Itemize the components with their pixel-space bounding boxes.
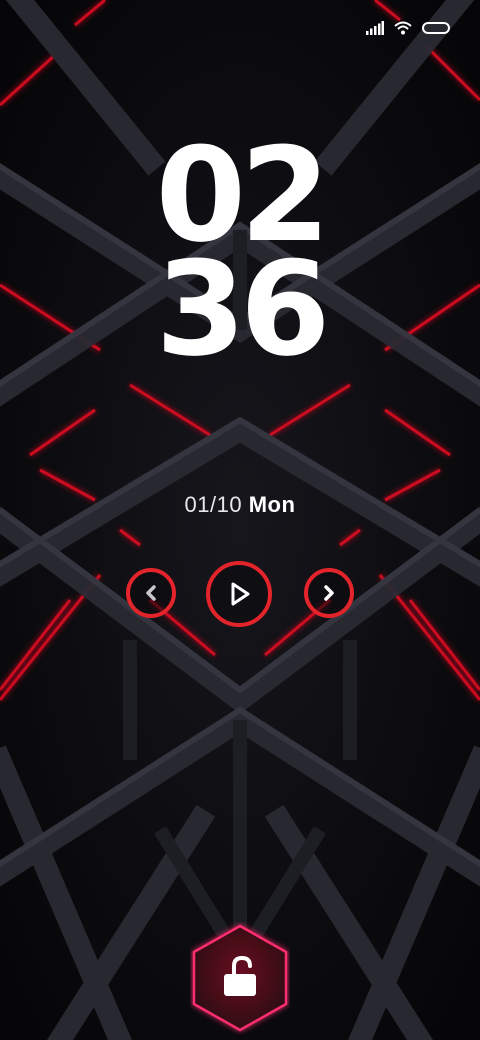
unlock-button[interactable] xyxy=(190,922,290,1034)
play-button[interactable] xyxy=(206,561,272,627)
status-bar xyxy=(366,14,450,42)
date-line: 01/10 Mon xyxy=(0,492,480,518)
battery-icon xyxy=(422,22,450,34)
next-button[interactable] xyxy=(304,568,354,618)
clock-minute: 36 xyxy=(155,233,331,385)
chevron-left-icon xyxy=(146,585,156,601)
play-icon xyxy=(231,582,250,606)
weekday-text: Mon xyxy=(248,492,296,517)
wifi-icon xyxy=(394,21,412,35)
chevron-right-icon xyxy=(324,585,334,601)
previous-button[interactable] xyxy=(126,568,176,618)
date-text: 01/10 xyxy=(184,492,243,517)
signal-icon xyxy=(366,21,384,35)
